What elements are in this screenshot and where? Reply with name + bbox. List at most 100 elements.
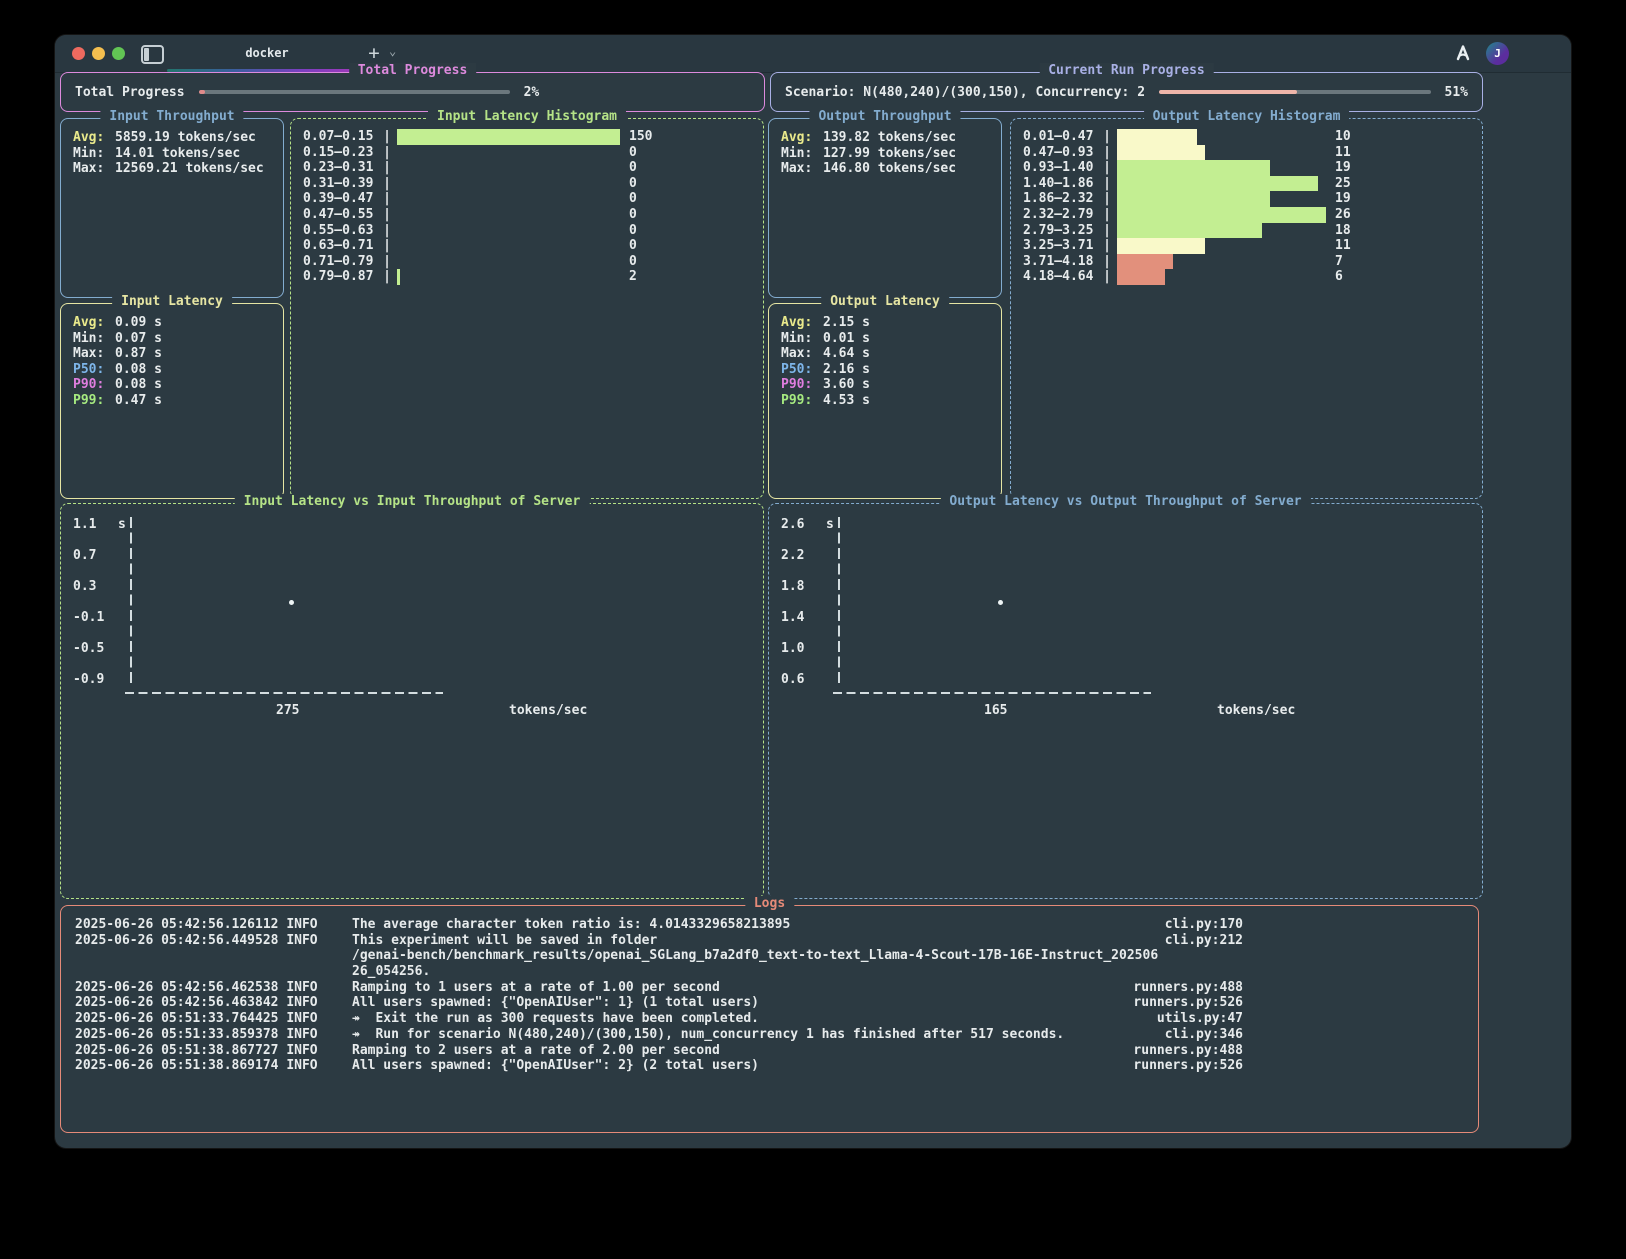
warp-logo-icon[interactable] [1454,44,1472,62]
y-axis-unit: s [118,517,126,532]
output-latency-metrics: Avg:2.15 sMin:0.01 sMax:4.64 sP50:2.16 s… [769,304,1001,420]
log-file-ref [1158,948,1278,964]
output-latency-panel: Output Latency Avg:2.15 sMin:0.01 sMax:4… [768,303,1002,499]
log-timestamp [75,964,352,980]
histogram-count: 0 [629,238,637,254]
log-message: Ramping to 1 users at a rate of 1.00 per… [352,980,1123,996]
histogram-bar-area [397,269,620,285]
current-run-progress-panel: Current Run Progress Scenario: N(480,240… [770,72,1483,112]
histogram-axis-tick: | [1097,191,1117,207]
panel-title: Logs [745,896,794,911]
histogram-count: 19 [1335,160,1351,176]
panel-title: Output Latency Histogram [1144,109,1350,124]
log-timestamp: 2025-06-26 05:51:33.859378 INFO [75,1027,352,1043]
sidebar-toggle-icon[interactable] [141,45,164,64]
histogram-axis-tick: | [377,207,397,223]
histogram-row: 0.93–1.40|19 [1023,160,1474,176]
log-timestamp [75,948,352,964]
log-file-ref: runners.py:526 [1123,1058,1243,1074]
chevron-down-icon[interactable]: ⌄ [389,44,396,58]
histogram-row: 0.15–0.23|0 [303,145,755,161]
metric-row: P50:2.16 s [781,362,989,378]
input-latency-metrics: Avg:0.09 sMin:0.07 sMax:0.87 sP50:0.08 s… [61,304,283,420]
panel-title: Output Latency [821,294,949,309]
output-latency-histogram-panel: Output Latency Histogram 0.01–0.47|100.4… [1010,118,1483,499]
log-file-ref: cli.py:170 [1123,917,1243,933]
metric-label: Max: [73,346,115,362]
scatter-point [289,600,294,605]
histogram-axis-tick: | [1097,145,1117,161]
terminal-window: docker + ⌄ J Total Progress Total Progre… [55,35,1571,1148]
histogram-row: 1.86–2.32| 19 [1023,191,1474,207]
logs-panel: Logs 2025-06-26 05:42:56.126112 INFOThe … [60,905,1479,1133]
histogram-count: 6 [1335,269,1343,285]
histogram-bar-area [1117,129,1326,145]
input-latency-panel: Input Latency Avg:0.09 sMin:0.07 sMax:0.… [60,303,284,499]
log-row: /genai-bench/benchmark_results/openai_SG… [75,948,1243,964]
log-row: 2025-06-26 05:51:38.869174 INFOAll users… [75,1058,1243,1074]
log-message: ↠ Run for scenario N(480,240)/(300,150),… [352,1027,1123,1043]
log-timestamp: 2025-06-26 05:51:38.869174 INFO [75,1058,352,1074]
histogram-bar [1117,207,1326,223]
metric-row: Max:12569.21 tokens/sec [73,161,271,177]
histogram-count: 26 [1335,207,1351,223]
histogram-bar [1117,176,1318,192]
total-progress-percent: 2% [524,85,540,100]
histogram-row: 1.40–1.86|25 [1023,176,1474,192]
histogram-axis-tick: | [377,254,397,270]
log-file-ref [1123,964,1243,980]
metric-label: Max: [73,161,115,177]
histogram-bin-range: 0.39–0.47 [303,191,377,207]
histogram-count: 11 [1335,145,1351,161]
histogram-row: 0.47–0.93| 11 [1023,145,1474,161]
histogram-row: 0.47–0.55|0 [303,207,755,223]
output-throughput-metrics: Avg:139.82 tokens/secMin:127.99 tokens/s… [769,119,1001,188]
histogram-bin-range: 1.86–2.32 [1023,191,1097,207]
y-tick-label: -0.5 [73,641,104,656]
metric-label: Min: [781,146,823,162]
histogram-bin-range: 0.47–0.93 [1023,145,1097,161]
tab-docker[interactable]: docker [167,35,367,71]
y-tick-label: 1.8 [781,579,804,594]
histogram-axis-tick: | [1097,160,1117,176]
metric-label: P90: [781,377,823,393]
total-progress-fill [199,90,205,94]
histogram-axis-tick: | [1097,223,1117,239]
metric-value: 3.60 s [823,377,870,393]
current-run-progress-percent: 51% [1445,85,1468,100]
metric-row: P90:0.08 s [73,377,271,393]
histogram-bin-range: 0.23–0.31 [303,160,377,176]
histogram-bar-area [1117,254,1326,270]
metric-row: Avg:139.82 tokens/sec [781,130,989,146]
log-row: 26_054256. [75,964,1243,980]
log-timestamp: 2025-06-26 05:42:56.462538 INFO [75,980,352,996]
log-message: This experiment will be saved in folder [352,933,1123,949]
metric-row: Min:14.01 tokens/sec [73,146,271,162]
histogram-bin-range: 4.18–4.64 [1023,269,1097,285]
histogram-bar-area [1117,207,1326,223]
histogram-axis-tick: | [377,145,397,161]
histogram-bar-area [1117,160,1326,176]
histogram-count: 19 [1335,191,1351,207]
histogram-count: 0 [629,207,637,223]
histogram-bar [1117,160,1270,176]
zoom-window-button[interactable] [112,47,125,60]
output-throughput-panel: Output Throughput Avg:139.82 tokens/secM… [768,118,1002,298]
minimize-window-button[interactable] [92,47,105,60]
metric-value: 0.08 s [115,377,162,393]
y-tick-label: -0.1 [73,610,104,625]
histogram-bin-range: 1.40–1.86 [1023,176,1097,192]
titlebar: docker + ⌄ J [55,35,1571,73]
metric-label: Avg: [781,130,823,146]
close-window-button[interactable] [72,47,85,60]
avatar[interactable]: J [1486,42,1509,65]
metric-row: Min:0.01 s [781,331,989,347]
metric-value: 0.07 s [115,331,162,347]
histogram-axis-tick: | [377,176,397,192]
histogram-row: 0.55–0.63|0 [303,223,755,239]
log-file-ref: runners.py:488 [1123,980,1243,996]
log-row: 2025-06-26 05:51:33.859378 INFO↠ Run for… [75,1027,1243,1043]
total-progress-label: Total Progress [75,85,185,100]
sidebar-toggle-fill [144,48,149,61]
metric-value: 146.80 tokens/sec [823,161,956,177]
